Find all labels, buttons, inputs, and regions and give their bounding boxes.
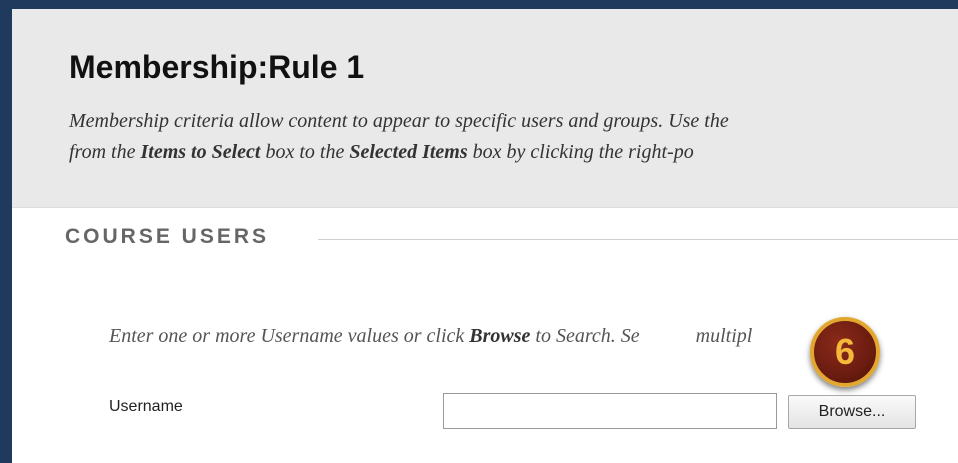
instructions-text: Enter one or more Username values or cli… bbox=[109, 325, 470, 347]
username-label: Username bbox=[109, 398, 183, 415]
description-text: from the bbox=[69, 141, 141, 163]
section-divider bbox=[318, 239, 958, 240]
step-callout-badge: 6 bbox=[810, 317, 880, 387]
description-text: box to the bbox=[260, 141, 350, 163]
instructions-text: multipl bbox=[695, 325, 753, 347]
page-header: Membership:Rule 1 Membership criteria al… bbox=[12, 9, 958, 208]
description-line-1: Membership criteria allow content to app… bbox=[69, 110, 729, 132]
description-text: box by clicking the right-po bbox=[467, 141, 694, 163]
description-line-2: from the Items to Select box to the Sele… bbox=[69, 137, 958, 168]
username-instructions: Enter one or more Username values or cli… bbox=[109, 325, 752, 348]
selected-items-term: Selected Items bbox=[349, 141, 468, 163]
page-description: Membership criteria allow content to app… bbox=[69, 106, 958, 168]
section-title-course-users: COURSE USERS bbox=[65, 225, 270, 248]
username-input[interactable] bbox=[443, 393, 777, 429]
browse-button[interactable]: Browse... bbox=[788, 395, 916, 429]
items-to-select-term: Items to Select bbox=[140, 141, 261, 163]
instructions-text: to Search. Se bbox=[530, 325, 640, 347]
page-title: Membership:Rule 1 bbox=[69, 49, 365, 85]
window-frame: Membership:Rule 1 Membership criteria al… bbox=[12, 9, 958, 463]
browse-term: Browse bbox=[469, 325, 531, 347]
